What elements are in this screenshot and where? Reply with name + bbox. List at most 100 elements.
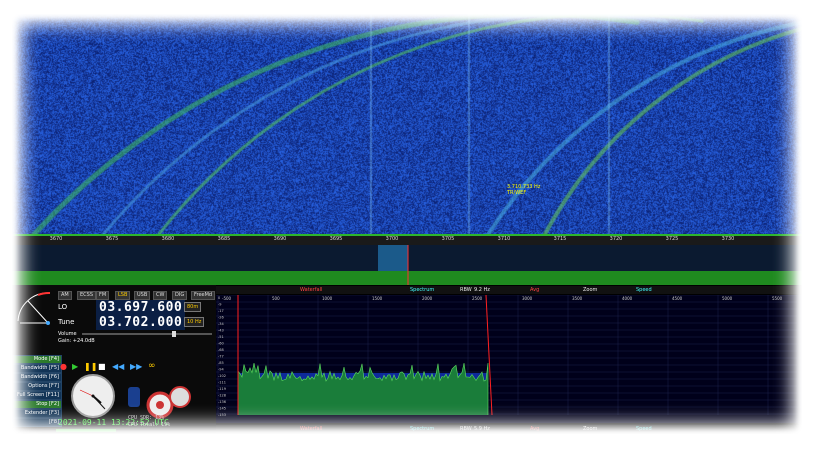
zoom-label-2[interactable]: Zoom <box>583 425 597 433</box>
scheduler-icon[interactable] <box>128 387 140 407</box>
mode-button-freemd[interactable]: FreeMd <box>191 291 216 300</box>
spectrum-freq-tick: 1000 <box>322 296 333 301</box>
function-key-3[interactable]: Options [F7] <box>12 382 62 391</box>
freq-scale-tick: 3680 <box>161 236 175 242</box>
function-key-4[interactable]: Full Screen [F11] <box>12 391 62 400</box>
lo-label: LO <box>58 303 68 311</box>
function-key-7[interactable]: [F8] <box>12 418 62 427</box>
spectrum-overview[interactable] <box>12 245 802 285</box>
spectrum-freq-tick: -500 <box>222 296 232 301</box>
s-meter <box>17 291 51 325</box>
speed-label[interactable]: Speed <box>636 286 652 294</box>
function-key-1[interactable]: Bandwidth [F5] <box>12 364 62 373</box>
spectrum-db-tick: -153 <box>218 413 226 417</box>
spectrum-freq-tick: 3000 <box>522 296 533 301</box>
spectrum-toolbar-top: Waterfall Spectrum RBW 9.2 Hz Avg Zoom S… <box>216 286 802 294</box>
mode-button-usb[interactable]: USB <box>134 291 151 300</box>
cpu-bar <box>56 429 116 432</box>
freq-scale-tick: 3705 <box>441 236 455 242</box>
function-key-0[interactable]: Mode [F4] <box>12 355 62 364</box>
spectrum-toolbar-bottom: Waterfall Spectrum RBW 5.9 Hz Avg Zoom S… <box>216 425 802 433</box>
freq-scale-tick: 3695 <box>329 236 343 242</box>
control-panel: AM ECSS FM LSB USB CW DIG FreeMd LO 03.697.600 … <box>12 285 216 434</box>
spectrum-db-tick: -17 <box>218 309 224 313</box>
waterfall-display[interactable] <box>12 14 802 234</box>
waterfall-label: Waterfall <box>300 287 323 293</box>
rbw-label: RBW <box>460 287 472 293</box>
spectrum-db-tick: -34 <box>218 322 224 326</box>
stop-icon[interactable]: ■ <box>98 362 106 371</box>
overview-passband <box>378 245 408 271</box>
spectrum-label-2: Spectrum <box>410 426 435 432</box>
spectrum-db-tick: -145 <box>218 407 226 411</box>
meter-icon[interactable] <box>168 385 192 409</box>
speed-label-2[interactable]: Speed <box>636 425 652 433</box>
tune-label: Tune <box>58 318 75 326</box>
gain-readout: Gain: +24.0dB <box>58 338 95 344</box>
spectrum-db-tick: -51 <box>218 335 224 339</box>
freq-scale-tick: 3670 <box>49 236 63 242</box>
freq-scale-tick: 3685 <box>217 236 231 242</box>
mode-button-cw[interactable]: CW <box>153 291 168 300</box>
mode-button-fm[interactable]: FM <box>96 291 110 300</box>
rbw-value-2[interactable]: 5.9 Hz <box>474 425 490 433</box>
spectrum-db-tick: -43 <box>218 329 224 333</box>
spectrum-freq-tick: 2000 <box>422 296 433 301</box>
mode-button-lsb[interactable]: LSB <box>115 291 131 300</box>
spectrum-db-tick: -136 <box>218 400 226 404</box>
spectrum-plot[interactable]: -500 500 1000 1500 2000 2500 3000 3500 4000 4500 5… <box>216 295 802 423</box>
sdr-window: 3.710.733 Hz TR/WEF 3670 3675 3680 3685 3690… <box>12 14 802 434</box>
spectrum-db-tick: -9 <box>218 303 222 307</box>
spectrum-db-tick: -94 <box>218 368 224 372</box>
freq-scale-tick: 3700 <box>385 236 399 242</box>
function-key-6[interactable]: Extender [F3] <box>12 409 62 418</box>
tune-frequency[interactable]: 03.702.000 <box>96 315 186 330</box>
spectrum-db-tick: -77 <box>218 355 224 359</box>
cpu-total: CPU Total: 19% <box>128 422 171 428</box>
spectrum-db-tick: -26 <box>218 316 224 320</box>
freq-scale-tick: 3715 <box>553 236 567 242</box>
freq-scale-tick: 3675 <box>105 236 119 242</box>
spectrum-freq-tick: 3500 <box>572 296 583 301</box>
lo-frequency[interactable]: 03.697.600 <box>96 300 186 315</box>
overview-noise-band <box>12 271 802 285</box>
tune-step-select[interactable]: 10 Hz <box>184 317 205 327</box>
freq-scale-tick: 3730 <box>721 236 735 242</box>
freq-scale-tick: 3720 <box>609 236 623 242</box>
volume-label: Volume <box>58 331 77 337</box>
lo-band-select[interactable]: 80m <box>184 302 202 312</box>
spectrum-panel[interactable]: Waterfall Spectrum RBW 9.2 Hz Avg Zoom S… <box>216 285 802 434</box>
waterfall-marker: 3.710.733 Hz TR/WEF <box>507 184 541 196</box>
spectrum-db-tick: -68 <box>218 348 224 352</box>
mode-button-dig[interactable]: DIG <box>172 291 188 300</box>
record-button[interactable]: ● <box>60 362 67 371</box>
spectrum-freq-tick: 5500 <box>772 296 783 301</box>
pause-icon[interactable]: ❚❚ <box>84 362 97 371</box>
spectrum-db-tick: -111 <box>218 381 226 385</box>
spectrum-freq-tick: 500 <box>272 296 280 301</box>
freq-scale-tick: 3725 <box>665 236 679 242</box>
spectrum-freq-tick: 1500 <box>372 296 383 301</box>
rbw-label-2: RBW <box>460 426 472 432</box>
freq-scale-tick: 3710 <box>497 236 511 242</box>
loop-icon[interactable]: ∞ <box>148 361 156 371</box>
function-key-5[interactable]: Stop [F2] <box>12 400 62 409</box>
play-icon[interactable]: ▶ <box>72 362 78 371</box>
spectrum-db-tick: -102 <box>218 374 226 378</box>
spectrum-freq-tick: 4000 <box>622 296 633 301</box>
forward-icon[interactable]: ▶▶ <box>130 362 142 371</box>
analog-clock-icon <box>71 374 115 418</box>
function-key-2[interactable]: Bandwidth [F6] <box>12 373 62 382</box>
mode-button-ecss[interactable]: ECSS <box>77 291 96 300</box>
frequency-scale[interactable]: 3670 3675 3680 3685 3690 3695 3700 3705 3710 3715… <box>12 234 802 245</box>
avg-label[interactable]: Avg <box>530 286 539 294</box>
volume-slider[interactable] <box>82 331 212 337</box>
rewind-icon[interactable]: ◀◀ <box>112 362 124 371</box>
mode-button-am[interactable]: AM <box>58 291 72 300</box>
avg-label-2[interactable]: Avg <box>530 425 539 433</box>
waterfall-label-2: Waterfall <box>300 426 323 432</box>
rbw-value[interactable]: 9.2 Hz <box>474 286 490 294</box>
spectrum-freq-tick: 5000 <box>722 296 733 301</box>
zoom-label[interactable]: Zoom <box>583 286 597 294</box>
spectrum-freq-tick: 4500 <box>672 296 683 301</box>
